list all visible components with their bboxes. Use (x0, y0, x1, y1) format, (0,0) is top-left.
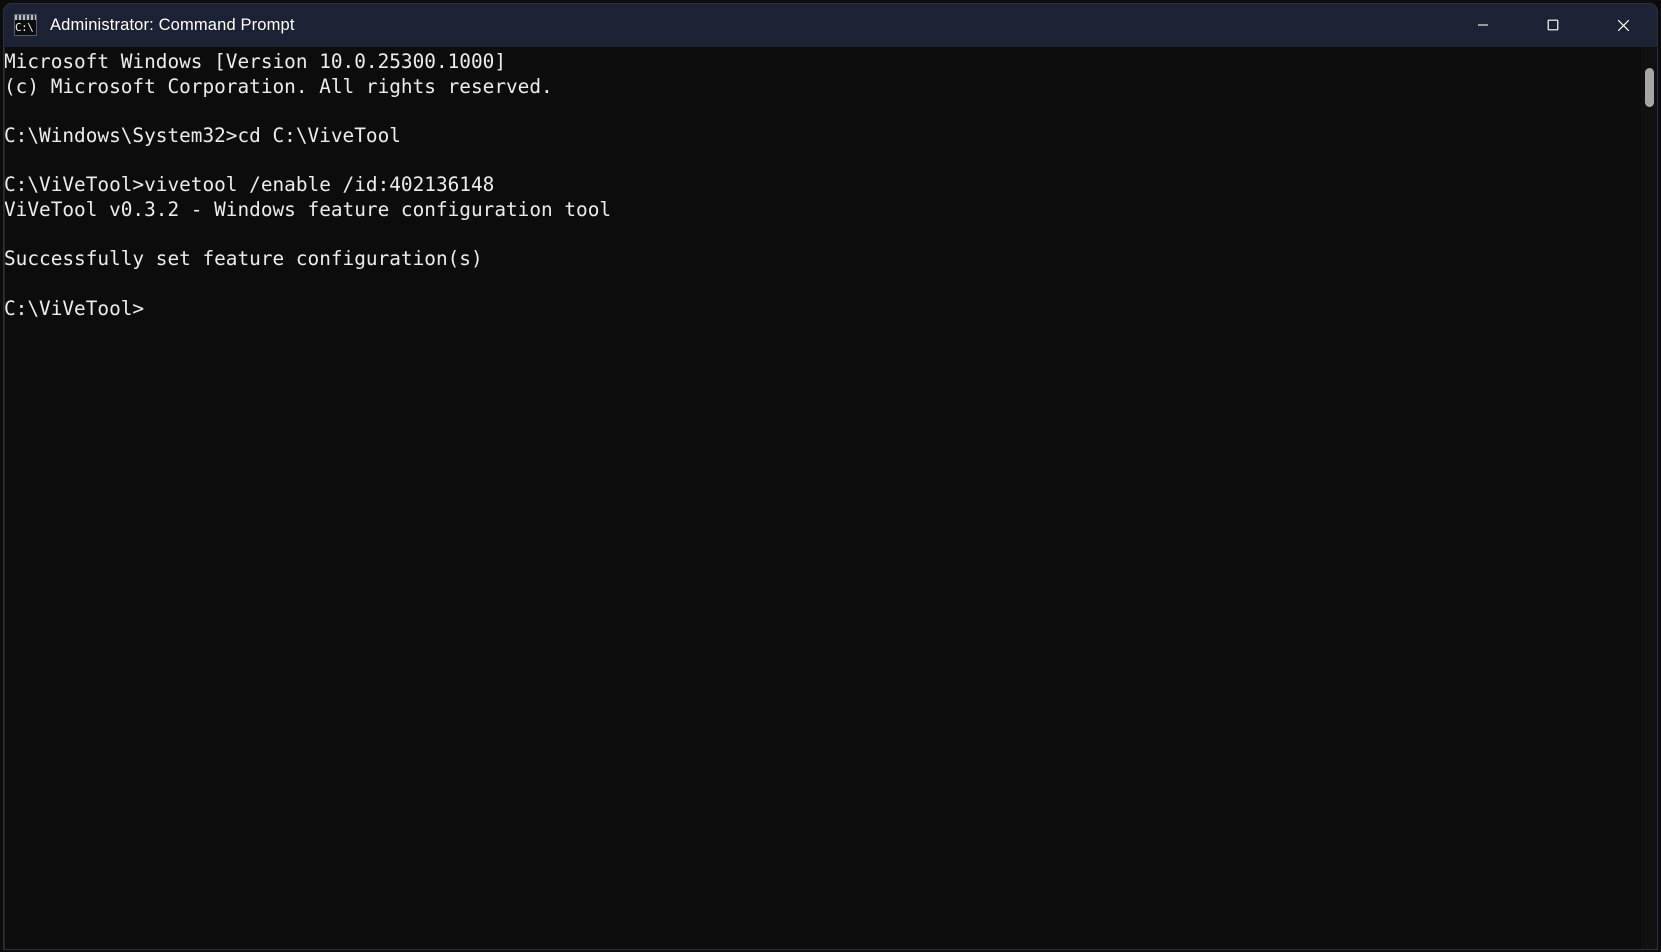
terminal-text: Microsoft Windows [Version 10.0.25300.10… (4, 50, 612, 320)
title-bar-left-group: C:\. Administrator: Command Prompt (3, 3, 1448, 47)
minimize-icon (1477, 19, 1489, 31)
window-title: Administrator: Command Prompt (50, 16, 295, 34)
minimize-button[interactable] (1448, 3, 1518, 47)
maximize-button[interactable] (1518, 3, 1588, 47)
terminal-output-area[interactable]: Microsoft Windows [Version 10.0.25300.10… (4, 47, 1657, 949)
close-icon (1617, 19, 1630, 32)
terminal-left-edge (4, 47, 5, 949)
title-bar[interactable]: C:\. Administrator: Command Prompt (3, 3, 1658, 47)
maximize-icon (1547, 19, 1559, 31)
command-prompt-window: C:\. Administrator: Command Prompt (0, 0, 1661, 952)
close-button[interactable] (1588, 3, 1658, 47)
vertical-scrollbar[interactable] (1641, 47, 1657, 949)
scrollbar-thumb[interactable] (1645, 68, 1654, 107)
cmd-icon-glyph: C:\. (15, 21, 36, 34)
cmd-prompt-icon: C:\. (14, 14, 37, 36)
window-controls (1448, 3, 1658, 47)
